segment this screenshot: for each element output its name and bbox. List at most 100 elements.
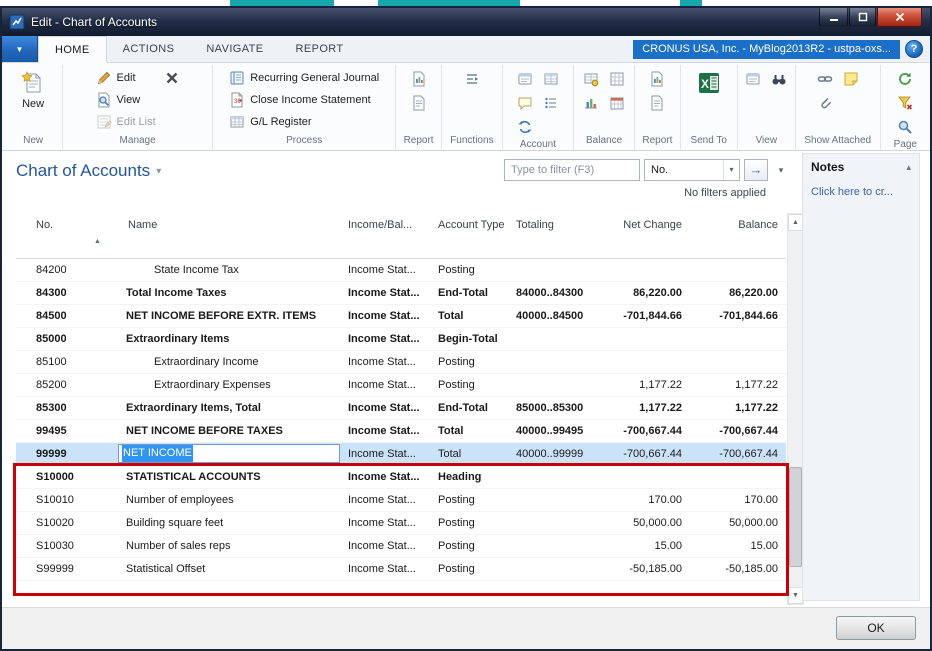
close-income-statement-button[interactable]: 36 Close Income Statement [225,89,383,111]
scrollbar-thumb[interactable] [789,467,802,567]
edit-list-button[interactable]: Edit List [92,111,160,133]
page-title-caret-icon[interactable]: ▾ [156,166,161,177]
tab-home[interactable]: HOME [38,36,107,63]
column-header-name[interactable]: Name [116,213,346,258]
dimensions-button[interactable] [538,91,564,115]
table-row[interactable]: 85200 Extraordinary Expenses Income Stat..… [16,374,786,397]
balance-by-dimension-button[interactable] [604,67,630,91]
column-header-totaling[interactable]: Totaling [514,213,594,258]
ribbon-group-label: Report [642,135,673,146]
table-row[interactable]: 84500 NET INCOME BEFORE EXTR. ITEMS Income… [16,305,786,328]
account-card-button[interactable] [512,67,538,91]
find-button[interactable] [892,115,918,139]
table-row[interactable]: 99495 NET INCOME BEFORE TAXES Income Stat.… [16,420,786,443]
name-edit-field[interactable]: NET INCOME [118,444,340,463]
view-button-label: View [116,94,141,106]
attached-documents-button[interactable] [812,91,838,115]
table-row[interactable]: 99999 NET INCOME Income Stat... Total 40000.… [16,443,786,466]
edit-button[interactable]: Edit [92,67,160,89]
cell-totaling [514,466,594,488]
cell-no: 85300 [36,402,67,414]
column-header-no[interactable]: No. ▲ [16,213,116,258]
tab-actions[interactable]: ACTIONS [107,36,191,62]
cell-type: Heading [438,471,482,483]
table-row[interactable]: S10030 Number of sales reps Income Stat...… [16,535,786,558]
scroll-down-icon: ▼ [792,592,799,599]
ok-button[interactable]: OK [836,616,916,640]
cell-totaling [514,512,594,534]
ribbon: New New Edit View Edit List Manage Recur… [2,63,930,151]
cell-totaling [514,259,594,281]
maximize-button[interactable] [849,8,876,27]
tab-navigate[interactable]: NAVIGATE [190,36,279,62]
cell-income: Income Stat... [348,310,420,322]
report-document-icon [649,95,665,111]
cell-type: Posting [438,494,475,506]
new-button[interactable]: New [15,67,51,114]
send-to-excel-button[interactable]: X [691,67,727,99]
scroll-up-button[interactable]: ▲ [788,214,803,231]
gl-register-button[interactable]: G/L Register [225,111,383,133]
cell-net_change: -700,667.44 [623,425,682,437]
collapse-filter-pane-button[interactable]: ▾ [772,159,790,181]
column-header-net-change[interactable]: Net Change [594,213,690,258]
functions-button[interactable] [459,67,485,91]
column-header-income-balance[interactable]: Income/Bal... [346,213,436,258]
account-where-used-button[interactable] [512,115,538,139]
notes-button[interactable] [838,67,864,91]
application-menu-button[interactable]: ▼ [2,36,38,62]
table-row[interactable]: S10010 Number of employees Income Stat... P… [16,489,786,512]
scroll-up-icon: ▲ [792,219,799,226]
links-button[interactable] [812,67,838,91]
view-find-button[interactable] [766,67,792,91]
table-row[interactable]: 85000 Extraordinary Items Income Stat... Be… [16,328,786,351]
cell-no: 99495 [36,425,67,437]
table-row[interactable]: 85100 Extraordinary Income Income Stat... P… [16,351,786,374]
table-row[interactable]: S10020 Building square feet Income Stat...… [16,512,786,535]
gl-account-balance-button[interactable] [578,91,604,115]
cell-type: Begin-Total [438,333,498,345]
recurring-general-journal-button[interactable]: Recurring General Journal [225,67,383,89]
view-card-button[interactable] [740,67,766,91]
column-header-balance[interactable]: Balance [690,213,786,258]
cell-income: Income Stat... [348,356,416,368]
column-header-account-type[interactable]: Account Type [436,213,514,258]
tab-label: NAVIGATE [206,43,264,55]
close-button[interactable] [877,8,922,27]
cell-net_change: -50,185.00 [629,563,682,575]
create-note-link[interactable]: Click here to cr... [811,186,911,198]
cell-totaling [514,535,594,557]
report-button[interactable] [406,91,432,115]
collapse-notes-icon[interactable]: ▴ [906,162,911,173]
filter-bar: No. ▾ → ▾ [504,159,790,181]
comments-button[interactable] [512,91,538,115]
register-table-icon [229,114,245,130]
table-row[interactable]: S99999 Statistical Offset Income Stat... Po… [16,558,786,581]
speech-bubble-icon [517,95,533,111]
column-header-label: Account Type [438,219,505,231]
apply-filter-button[interactable]: → [744,159,768,181]
tab-report[interactable]: REPORT [280,36,360,62]
report-button[interactable] [406,67,432,91]
detail-trial-balance-button[interactable] [644,67,670,91]
filter-column-select[interactable]: No. ▾ [644,159,740,181]
gl-balance-button[interactable] [578,67,604,91]
table-row[interactable]: S10000 STATISTICAL ACCOUNTS Income Stat...… [16,466,786,489]
gl-balance-by-period-button[interactable] [604,91,630,115]
minimize-button[interactable] [819,8,848,27]
clear-filter-button[interactable] [892,91,918,115]
view-button[interactable]: View [92,89,160,111]
table-row[interactable]: 84300 Total Income Taxes Income Stat... End… [16,282,786,305]
table-row[interactable]: 84200 State Income Tax Income Stat... Posti… [16,259,786,282]
scroll-down-button[interactable]: ▼ [788,587,803,604]
table-row[interactable]: 85300 Extraordinary Items, Total Income St… [16,397,786,420]
refresh-button[interactable] [892,67,918,91]
entries-table-icon [543,71,559,87]
delete-button[interactable] [160,67,184,89]
new-document-icon [21,71,45,95]
filter-input[interactable] [504,159,640,181]
trial-balance-button[interactable] [644,91,670,115]
grid-icon [609,71,625,87]
help-button[interactable]: ? [905,40,923,58]
ledger-entries-button[interactable] [538,67,564,91]
